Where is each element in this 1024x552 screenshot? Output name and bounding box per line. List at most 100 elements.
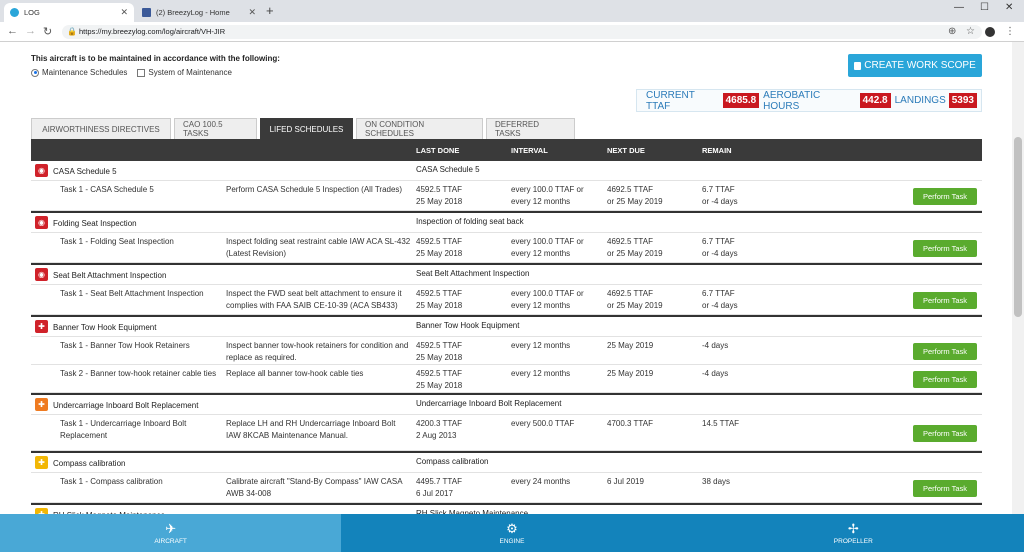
schedule-group-row[interactable]: ✚RH Slick Magneto MaintenanceRH Slick Ma…: [31, 505, 982, 514]
task-row: Task 1 - Compass calibration Calibrate ai…: [31, 473, 982, 503]
reload-icon[interactable]: ↻: [43, 25, 52, 38]
profile-avatar-icon[interactable]: [985, 27, 995, 37]
page-scrollbar[interactable]: [1012, 42, 1024, 514]
maximize-icon[interactable]: ☐: [980, 2, 989, 13]
schedule-group-row[interactable]: ✚ Banner Tow Hook Equipment Banner Tow Hoo…: [31, 317, 982, 337]
address-bar[interactable]: 🔒 https://my.breezylog.com/log/aircraft/…: [62, 25, 982, 39]
perform-task-button[interactable]: Perform Task: [913, 292, 977, 309]
schedule-tabs: AIRWORTHINESS DIRECTIVES CAO 100.5 TASKS…: [31, 118, 575, 139]
forward-icon[interactable]: →: [25, 25, 36, 37]
task-description: Calibrate aircraft "Stand-By Compass" IA…: [226, 477, 403, 498]
browser-tab-home[interactable]: (2) BreezyLog - Home ✕: [136, 3, 262, 22]
task-last-done: 4592.5 TTAF 25 May 2018: [416, 341, 463, 362]
breezylog-favicon-icon: [10, 8, 19, 17]
task-name: Task 1 - Undercarriage Inboard Bolt Repl…: [60, 419, 187, 440]
task-remain: 6.7 TTAF or -4 days: [702, 237, 738, 258]
task-interval: every 24 months: [511, 477, 571, 486]
schedule-group-row[interactable]: ✚ Compass calibration Compass calibration: [31, 453, 982, 473]
task-name: Task 1 - Folding Seat Inspection: [60, 237, 174, 246]
schedule-group-row[interactable]: ✚ Undercarriage Inboard Bolt Replacement U…: [31, 395, 982, 415]
tab-lifed-schedules[interactable]: LIFED SCHEDULES: [260, 118, 353, 139]
task-interval: every 12 months: [511, 341, 571, 350]
task-remain: 14.5 TTAF: [702, 419, 740, 428]
checkbox-icon[interactable]: [137, 68, 146, 77]
zoom-icon[interactable]: ⊕: [948, 26, 956, 37]
task-last-done: 4200.3 TTAF 2 Aug 2013: [416, 419, 462, 440]
task-remain: -4 days: [702, 369, 729, 378]
bookmark-star-icon[interactable]: ☆: [966, 26, 975, 37]
tab-deferred-tasks[interactable]: DEFERRED TASKS: [486, 118, 575, 139]
tab-cao-100-5-tasks[interactable]: CAO 100.5 TASKS: [174, 118, 257, 139]
task-remain: -4 days: [702, 341, 729, 350]
tab-airworthiness-directives[interactable]: AIRWORTHINESS DIRECTIVES: [31, 118, 171, 139]
col-next-due: NEXT DUE: [607, 146, 645, 155]
puzzle-icon: ✚: [35, 320, 48, 333]
task-remain: 6.7 TTAF or -4 days: [702, 185, 738, 206]
system-of-maintenance-checkbox[interactable]: System of Maintenance: [137, 68, 232, 77]
perform-task-button[interactable]: Perform Task: [913, 425, 977, 442]
task-remain: 6.7 TTAF or -4 days: [702, 289, 738, 310]
nav-aircraft-label: AIRCRAFT: [154, 537, 187, 545]
maintenance-options: Maintenance Schedules System of Maintena…: [31, 68, 232, 77]
task-remain: 38 days: [702, 477, 731, 486]
schedule-group-row[interactable]: ◉ Folding Seat Inspection Inspection of fo…: [31, 213, 982, 233]
nav-propeller[interactable]: ✢ PROPELLER: [682, 514, 1024, 552]
browser-tab-bar: LOG ✕ (2) BreezyLog - Home ✕ + — ☐ ✕: [0, 0, 1024, 22]
airplane-icon: ✈: [165, 520, 177, 536]
perform-task-button[interactable]: Perform Task: [913, 188, 977, 205]
close-window-icon[interactable]: ✕: [1005, 2, 1013, 13]
perform-task-button[interactable]: Perform Task: [913, 371, 977, 388]
perform-task-button[interactable]: Perform Task: [913, 343, 977, 360]
task-last-done: 4592.5 TTAF 25 May 2018: [416, 185, 463, 206]
col-last-done: LAST DONE: [416, 146, 460, 155]
task-row: Task 1 - Undercarriage Inboard Bolt Repl…: [31, 415, 982, 451]
new-tab-icon[interactable]: +: [266, 3, 274, 18]
checkbox-label: System of Maintenance: [148, 68, 232, 77]
close-tab-icon[interactable]: ✕: [120, 7, 128, 18]
group-name: Compass calibration: [53, 459, 126, 468]
schedule-group-row[interactable]: ◉ Seat Belt Attachment Inspection Seat Bel…: [31, 265, 982, 285]
browser-tab-title: LOG: [24, 8, 40, 17]
ttaf-value: 4685.8: [722, 93, 760, 108]
bottom-navigation: ✈ AIRCRAFT ⚙ ENGINE ✢ PROPELLER: [0, 514, 1024, 552]
task-next-due: 25 May 2019: [607, 341, 654, 350]
create-work-scope-button[interactable]: CREATE WORK SCOPE: [848, 54, 982, 77]
puzzle-icon: ✚: [35, 456, 48, 469]
nav-engine[interactable]: ⚙ ENGINE: [341, 514, 683, 552]
browser-menu-icon[interactable]: ⋮: [1005, 26, 1015, 37]
task-row: Task 1 - Banner Tow Hook Retainers Inspec…: [31, 337, 982, 365]
radio-selected-icon[interactable]: [31, 68, 39, 77]
perform-task-button[interactable]: Perform Task: [913, 240, 977, 257]
task-next-due: 4700.3 TTAF: [607, 419, 653, 428]
nav-engine-label: ENGINE: [499, 537, 525, 545]
task-row: Task 1 - Folding Seat Inspection Inspect …: [31, 233, 982, 263]
task-interval: every 100.0 TTAF or every 12 months: [511, 289, 584, 310]
task-next-due: 4692.5 TTAF or 25 May 2019: [607, 289, 663, 310]
minimize-icon[interactable]: —: [954, 2, 964, 13]
task-description: Inspect banner tow-hook retainers for co…: [226, 341, 409, 362]
group-name: Undercarriage Inboard Bolt Replacement: [53, 401, 199, 410]
ttaf-label: CURRENT TTAF: [646, 89, 695, 112]
browser-tab-log[interactable]: LOG ✕: [4, 3, 134, 22]
task-description: Replace LH and RH Undercarriage Inboard …: [226, 419, 396, 440]
close-tab-icon[interactable]: ✕: [248, 7, 256, 18]
table-header: LAST DONE INTERVAL NEXT DUE REMAIN: [31, 139, 982, 161]
group-name: CASA Schedule 5: [53, 167, 117, 176]
nav-aircraft[interactable]: ✈ AIRCRAFT: [0, 514, 342, 552]
eye-icon: ◉: [35, 216, 48, 229]
maintenance-schedules-radio[interactable]: Maintenance Schedules: [31, 68, 127, 77]
create-work-scope-label: CREATE WORK SCOPE: [864, 60, 976, 71]
task-name: Task 1 - Compass calibration: [60, 477, 163, 486]
task-description: Inspect folding seat restraint cable IAW…: [226, 237, 411, 258]
back-icon[interactable]: ←: [7, 25, 18, 37]
tab-on-condition-schedules[interactable]: ON CONDITION SCHEDULES: [356, 118, 483, 139]
task-name: Task 1 - Seat Belt Attachment Inspection: [60, 289, 204, 298]
task-last-done: 4592.5 TTAF 25 May 2018: [416, 289, 463, 310]
url-text: https://my.breezylog.com/log/aircraft/VH…: [79, 27, 226, 36]
browser-toolbar: ← → ↻ 🔒 https://my.breezylog.com/log/air…: [0, 22, 1024, 42]
schedule-group-row[interactable]: ◉ CASA Schedule 5 CASA Schedule 5: [31, 161, 982, 181]
perform-task-button[interactable]: Perform Task: [913, 480, 977, 497]
maintenance-title: This aircraft is to be maintained in acc…: [31, 54, 280, 63]
scrollbar-thumb[interactable]: [1014, 137, 1022, 317]
group-description: Compass calibration: [416, 457, 489, 466]
